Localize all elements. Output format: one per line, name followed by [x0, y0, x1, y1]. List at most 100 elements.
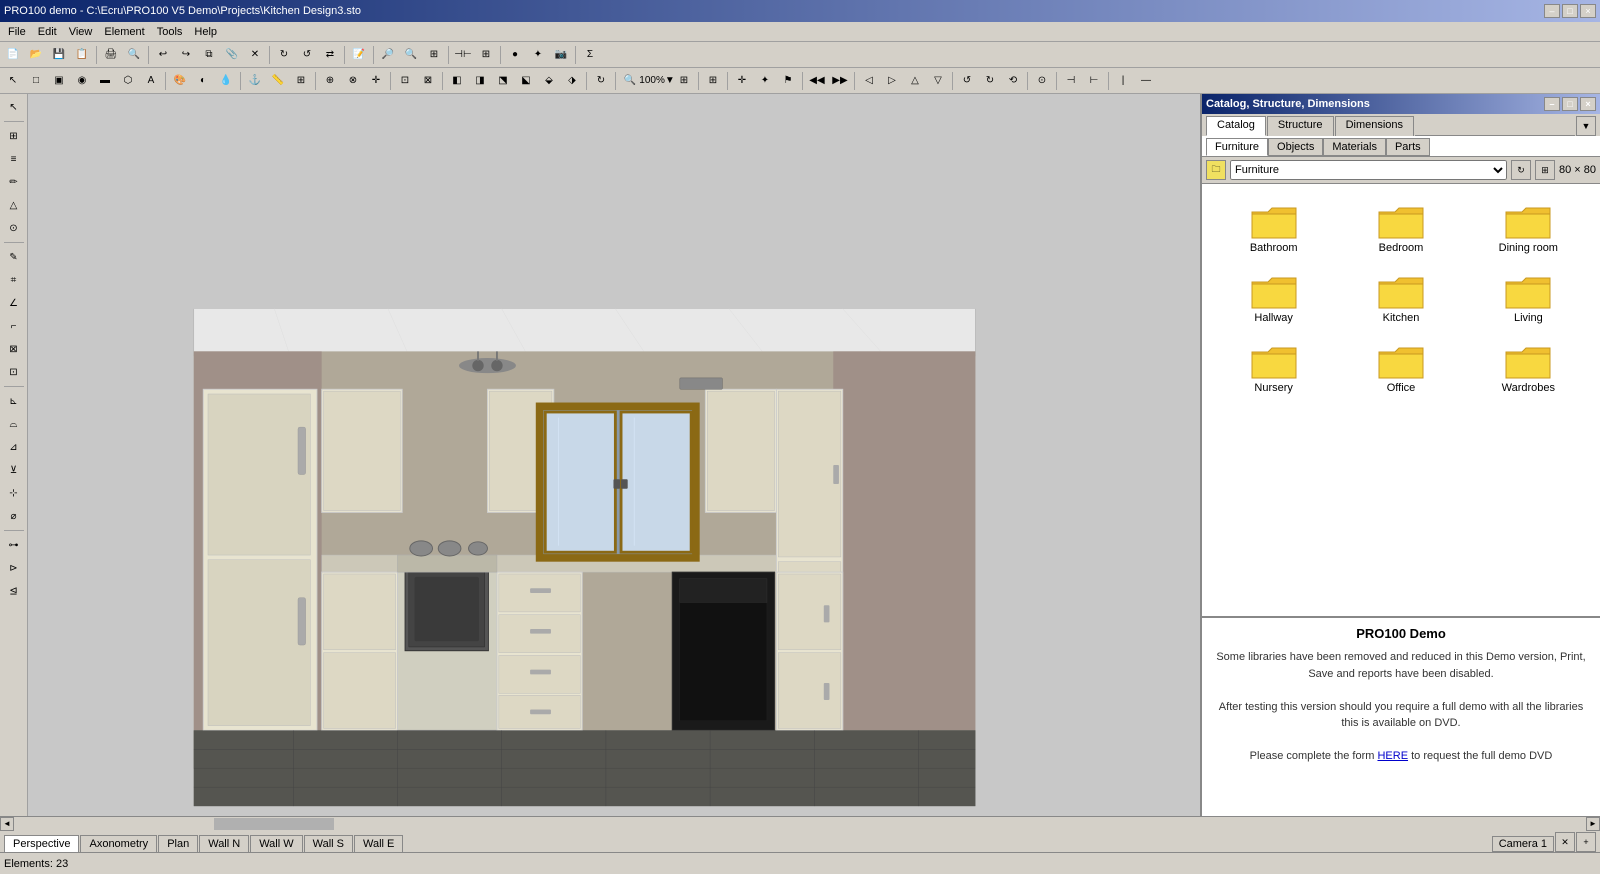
rotate-cw[interactable]: ↻ — [273, 44, 295, 66]
nav6-btn[interactable]: ▽ — [927, 70, 949, 92]
catalog-item-bathroom[interactable]: Bathroom — [1210, 192, 1337, 262]
catalog-item-office[interactable]: Office — [1337, 332, 1464, 402]
sigma-btn[interactable]: Σ — [579, 44, 601, 66]
tiles-btn[interactable]: ⊞ — [702, 70, 724, 92]
print-preview[interactable]: 🔍 — [123, 44, 145, 66]
target-btn[interactable]: ⊙ — [1031, 70, 1053, 92]
paste-button[interactable]: 📎 — [221, 44, 243, 66]
menu-element[interactable]: Element — [98, 24, 150, 40]
undo-button[interactable]: ↩ — [152, 44, 174, 66]
lt-tool18[interactable]: ⊶ — [3, 534, 25, 556]
zoom-fit[interactable]: ⊞ — [423, 44, 445, 66]
lt-tool12[interactable]: ⊾ — [3, 390, 25, 412]
subtab-objects[interactable]: Objects — [1268, 138, 1323, 156]
lt-tool10[interactable]: ⊠ — [3, 338, 25, 360]
lt-tool17[interactable]: ⌀ — [3, 505, 25, 527]
tab-perspective[interactable]: Perspective — [4, 835, 79, 852]
info-link[interactable]: HERE — [1377, 750, 1408, 762]
lt-tool11[interactable]: ⊡ — [3, 361, 25, 383]
catalog-item-hallway[interactable]: Hallway — [1210, 262, 1337, 332]
tab-dimensions[interactable]: Dimensions — [1335, 116, 1414, 136]
redo-button[interactable]: ↪ — [175, 44, 197, 66]
panel-tool[interactable]: ▬ — [94, 70, 116, 92]
subtab-parts[interactable]: Parts — [1386, 138, 1430, 156]
unknown-btn-1[interactable]: 📋 — [71, 44, 93, 66]
lt-tool13[interactable]: ⌓ — [3, 413, 25, 435]
align-top[interactable]: ⬕ — [515, 70, 537, 92]
print-button[interactable]: 🖨 — [100, 44, 122, 66]
sphere-tool[interactable]: ◉ — [71, 70, 93, 92]
panel-minimize[interactable]: – — [1544, 97, 1560, 111]
group-btn[interactable]: ⊡ — [394, 70, 416, 92]
paint-btn[interactable]: 🎨 — [169, 70, 191, 92]
menu-help[interactable]: Help — [188, 24, 223, 40]
lt-tool2[interactable]: ≡ — [3, 148, 25, 170]
lt-select[interactable]: ↖ — [3, 96, 25, 118]
align-h[interactable]: ⬔ — [492, 70, 514, 92]
catalog-item-wardrobes[interactable]: Wardrobes — [1465, 332, 1592, 402]
move2-btn[interactable]: ✛ — [731, 70, 753, 92]
catalog-item-nursery[interactable]: Nursery — [1210, 332, 1337, 402]
open-button[interactable]: 📂 — [25, 44, 47, 66]
tab-wall-e[interactable]: Wall E — [354, 835, 403, 852]
scroll-left[interactable]: ◄ — [0, 817, 14, 831]
dimension-btn[interactable]: ⊣⊢ — [452, 44, 474, 66]
scroll-right[interactable]: ► — [1586, 817, 1600, 831]
nav2-btn[interactable]: ▶▶ — [829, 70, 851, 92]
lt-tool19[interactable]: ⊳ — [3, 557, 25, 579]
close-button[interactable]: × — [1580, 4, 1596, 18]
lt-multi[interactable]: ⊞ — [3, 125, 25, 147]
lt-tool20[interactable]: ⊴ — [3, 580, 25, 602]
menu-file[interactable]: File — [2, 24, 32, 40]
dim2-btn[interactable]: ⊢ — [1083, 70, 1105, 92]
furniture-dropdown[interactable]: Furniture — [1230, 160, 1507, 180]
align-v[interactable]: ⬗ — [561, 70, 583, 92]
lt-tool6[interactable]: ✎ — [3, 246, 25, 268]
camera-close[interactable]: ✕ — [1555, 832, 1575, 852]
rotate-view[interactable]: ↻ — [590, 70, 612, 92]
flag-btn[interactable]: ⚑ — [777, 70, 799, 92]
subtab-materials[interactable]: Materials — [1323, 138, 1386, 156]
panel-float[interactable]: □ — [1562, 97, 1578, 111]
zoom-level[interactable]: 🔍 — [619, 70, 641, 92]
tab-catalog[interactable]: Catalog — [1206, 116, 1266, 136]
nav3-btn[interactable]: ◁ — [858, 70, 880, 92]
align-bottom[interactable]: ⬙ — [538, 70, 560, 92]
lt-tool7[interactable]: ⌗ — [3, 269, 25, 291]
cube-tool[interactable]: ▣ — [48, 70, 70, 92]
ruler-btn[interactable]: 📏 — [267, 70, 289, 92]
menu-edit[interactable]: Edit — [32, 24, 63, 40]
catalog-item-living[interactable]: Living — [1465, 262, 1592, 332]
rotate-ccw[interactable]: ↺ — [296, 44, 318, 66]
zoom-out[interactable]: 🔍 — [400, 44, 422, 66]
viewport[interactable]: demo demo — [28, 94, 1200, 816]
scroll-track[interactable] — [14, 817, 1586, 831]
lt-tool3[interactable]: ✏ — [3, 171, 25, 193]
properties-btn[interactable]: 📝 — [348, 44, 370, 66]
grid-btn[interactable]: ⊞ — [475, 44, 497, 66]
nav5-btn[interactable]: △ — [904, 70, 926, 92]
align-right[interactable]: ◨ — [469, 70, 491, 92]
tab-plan[interactable]: Plan — [158, 835, 198, 852]
nav1-btn[interactable]: ◀◀ — [806, 70, 828, 92]
lt-tool14[interactable]: ⊿ — [3, 436, 25, 458]
lt-tool8[interactable]: ∠ — [3, 292, 25, 314]
tab-wall-w[interactable]: Wall W — [250, 835, 302, 852]
marker-btn[interactable]: | — [1112, 70, 1134, 92]
menu-tools[interactable]: Tools — [151, 24, 189, 40]
delete-button[interactable]: ✕ — [244, 44, 266, 66]
catalog-item-bedroom[interactable]: Bedroom — [1337, 192, 1464, 262]
minimize-button[interactable]: – — [1544, 4, 1560, 18]
tab-wall-s[interactable]: Wall S — [304, 835, 353, 852]
rotate3-btn[interactable]: ⟲ — [1002, 70, 1024, 92]
move3-btn[interactable]: ✦ — [754, 70, 776, 92]
zoom-in[interactable]: 🔎 — [377, 44, 399, 66]
tab-wall-n[interactable]: Wall N — [199, 835, 249, 852]
nav4-btn[interactable]: ▷ — [881, 70, 903, 92]
save-button[interactable]: 💾 — [48, 44, 70, 66]
dim1-btn[interactable]: ⊣ — [1060, 70, 1082, 92]
menu-view[interactable]: View — [63, 24, 99, 40]
move-btn[interactable]: ✛ — [365, 70, 387, 92]
catalog-item-kitchen[interactable]: Kitchen — [1337, 262, 1464, 332]
lt-tool9[interactable]: ⌐ — [3, 315, 25, 337]
